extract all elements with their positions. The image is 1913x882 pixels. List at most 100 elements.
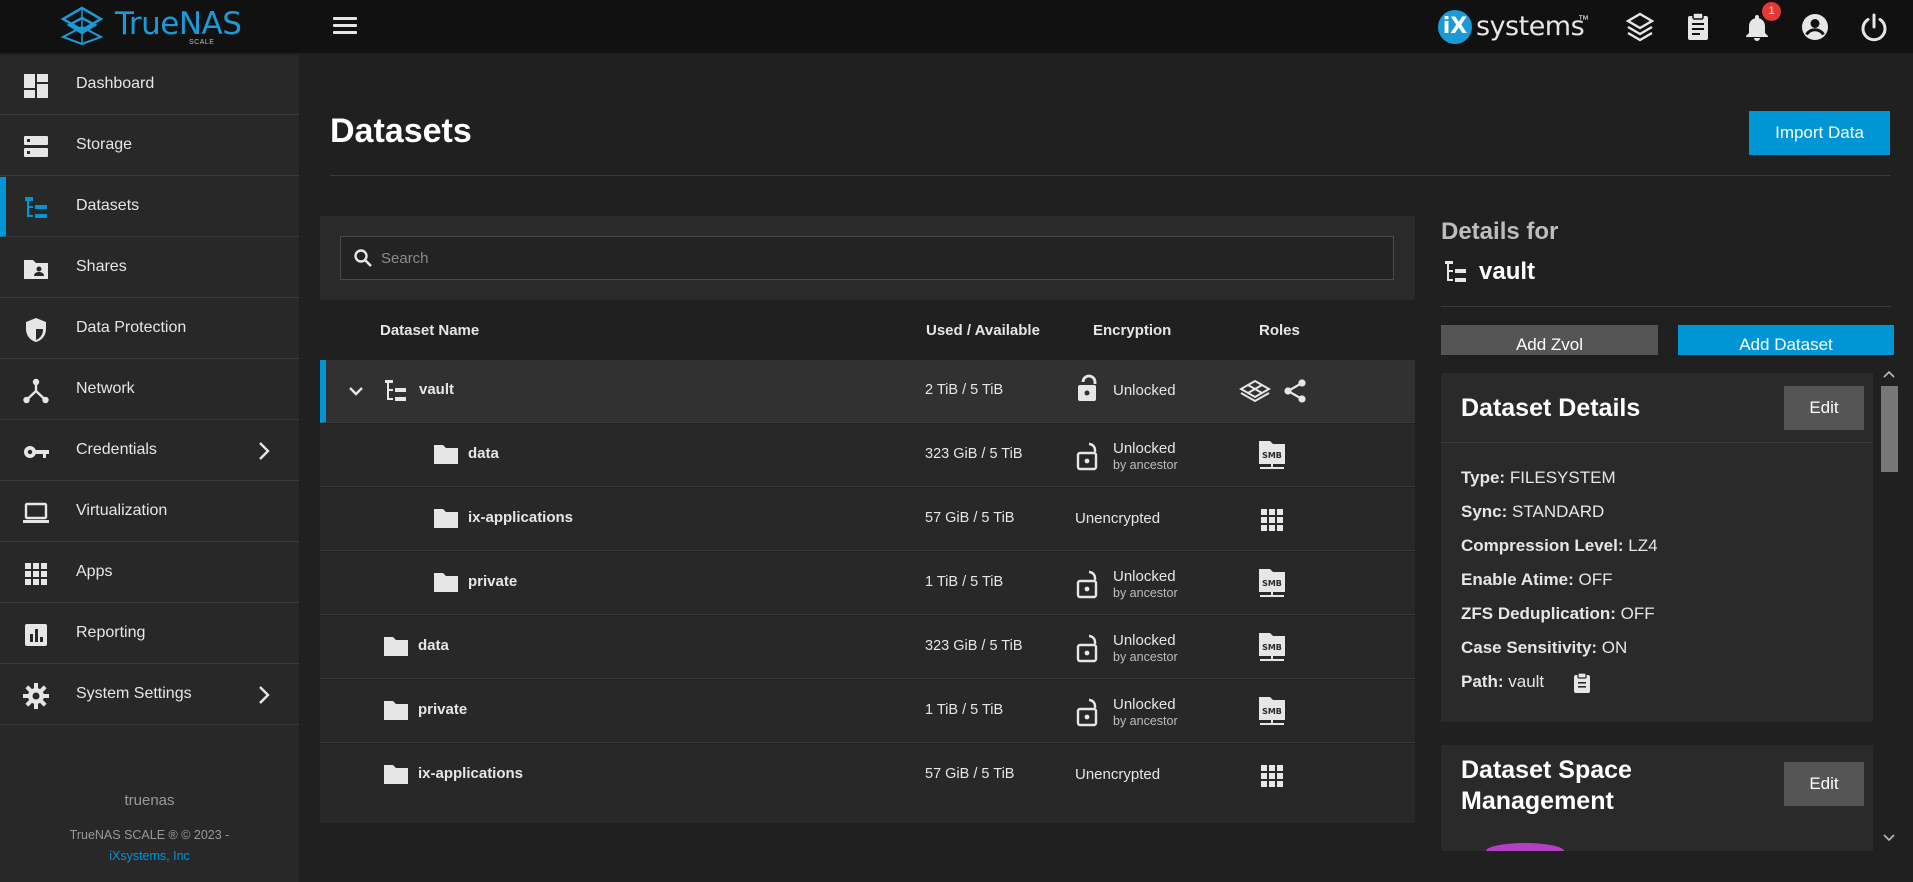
column-header-used[interactable]: Used / Available — [926, 322, 1040, 339]
account-button[interactable] — [1799, 11, 1831, 43]
truenas-logo[interactable]: TrueNAS SCALE — [55, 5, 245, 49]
sidebar-item-label: Reporting — [76, 624, 146, 641]
lock-open-icon[interactable] — [1075, 373, 1103, 403]
apps-grid-icon — [1261, 509, 1283, 531]
smb-share-icon: SMB — [1259, 697, 1285, 725]
search-bar — [320, 216, 1415, 300]
sidebar-item-dashboard[interactable]: Dashboard — [0, 55, 299, 115]
folder-icon — [434, 573, 458, 592]
table-row[interactable]: ix-applications 57 GiB / 5 TiB Unencrypt… — [320, 488, 1415, 551]
table-row[interactable]: data 323 GiB / 5 TiB Unlocked by ancesto… — [320, 424, 1415, 487]
edit-dataset-button[interactable]: Edit — [1784, 386, 1864, 430]
encryption-label: Unencrypted — [1075, 510, 1161, 527]
account-circle-icon — [1802, 14, 1828, 40]
lock-open-icon[interactable] — [1075, 697, 1103, 727]
property-value: STANDARD — [1512, 502, 1605, 521]
edit-space-button[interactable]: Edit — [1784, 762, 1864, 806]
column-header-roles[interactable]: Roles — [1259, 322, 1300, 339]
power-button[interactable] — [1858, 11, 1890, 43]
svg-text:SMB: SMB — [1262, 579, 1282, 588]
dataset-tree-icon — [1445, 261, 1466, 282]
card-title-line1: Dataset Space — [1461, 756, 1632, 784]
dashboard-icon — [24, 74, 48, 98]
details-scrollbar[interactable] — [1878, 368, 1898, 850]
page-title: Datasets — [330, 112, 472, 150]
encryption-status: Unlocked by ancestor — [1075, 693, 1215, 733]
table-row[interactable]: ix-applications 57 GiB / 5 TiB Unencrypt… — [320, 744, 1415, 807]
encryption-label: Unlocked — [1113, 382, 1176, 399]
table-row[interactable]: private 1 TiB / 5 TiB Unlocked by ancest… — [320, 552, 1415, 615]
sidebar-item-shares[interactable]: Shares — [0, 238, 299, 298]
sidebar-item-credentials[interactable]: Credentials — [0, 421, 299, 481]
encryption-sublabel: by ancestor — [1113, 586, 1178, 600]
sidebar-item-label: Data Protection — [76, 319, 187, 336]
chevron-right-icon — [259, 686, 270, 704]
dataset-used: 57 GiB / 5 TiB — [925, 766, 1015, 782]
sidebar-item-storage[interactable]: Storage — [0, 116, 299, 176]
encryption-status: Unlocked by ancestor — [1075, 565, 1215, 605]
chevron-down-icon[interactable] — [346, 381, 366, 401]
add-dataset-button[interactable]: Add Dataset — [1678, 325, 1894, 355]
clipboard-icon — [1688, 12, 1708, 40]
lock-open-icon[interactable] — [1075, 441, 1103, 471]
column-header-name[interactable]: Dataset Name — [380, 322, 479, 339]
sidebar-item-label: Datasets — [76, 197, 140, 214]
table-header: Dataset Name Used / Available Encryption… — [320, 310, 1415, 360]
svg-text:SMB: SMB — [1262, 643, 1282, 652]
property-case-sensitivity: Case Sensitivity: ON — [1461, 638, 1627, 658]
dataset-used: 323 GiB / 5 TiB — [925, 446, 1023, 462]
property-atime: Enable Atime: OFF — [1461, 570, 1612, 590]
copyright-text: TrueNAS SCALE ® © 2023 - — [69, 828, 230, 842]
sidebar-item-label: Network — [76, 380, 135, 397]
card-title: Dataset Details — [1461, 394, 1641, 422]
smb-share-icon: SMB — [1259, 633, 1285, 661]
search-box[interactable] — [340, 236, 1394, 280]
table-row[interactable]: private 1 TiB / 5 TiB Unlocked by ancest… — [320, 680, 1415, 743]
sidebar-item-apps[interactable]: Apps — [0, 543, 299, 603]
truecommand-button[interactable] — [1624, 11, 1656, 43]
scrollbar-thumb[interactable] — [1881, 386, 1898, 472]
sidebar-item-label: Virtualization — [76, 502, 168, 519]
apps-role-icon — [1239, 379, 1271, 403]
dataset-used: 323 GiB / 5 TiB — [925, 638, 1023, 654]
encryption-sublabel: by ancestor — [1113, 714, 1178, 728]
datasets-icon — [25, 197, 47, 218]
import-data-button[interactable]: Import Data — [1749, 111, 1890, 155]
hostname: truenas — [124, 792, 175, 809]
dataset-used: 2 TiB / 5 TiB — [925, 382, 1004, 398]
column-header-encryption[interactable]: Encryption — [1093, 322, 1171, 339]
copy-path-icon[interactable] — [1572, 672, 1592, 694]
sidebar-item-label: Dashboard — [76, 75, 155, 92]
add-zvol-button[interactable]: Add Zvol — [1441, 325, 1658, 355]
shares-icon — [24, 260, 48, 279]
sidebar-item-data-protection[interactable]: Data Protection — [0, 299, 299, 359]
dataset-name: vault — [419, 381, 455, 398]
dataset-name: ix-applications — [468, 509, 574, 526]
sidebar-item-network[interactable]: Network — [0, 360, 299, 420]
folder-icon — [384, 701, 408, 720]
table-row[interactable]: vault 2 TiB / 5 TiB Unlocked — [320, 360, 1415, 423]
dataset-used: 57 GiB / 5 TiB — [925, 510, 1015, 526]
jobs-button[interactable] — [1682, 11, 1714, 43]
table-row[interactable]: data 323 GiB / 5 TiB Unlocked by ancesto… — [320, 616, 1415, 679]
svg-text:SMB: SMB — [1262, 707, 1282, 716]
dataset-name: private — [468, 573, 518, 590]
search-input[interactable] — [381, 237, 1381, 279]
lock-open-icon[interactable] — [1075, 569, 1103, 599]
lock-open-icon[interactable] — [1075, 633, 1103, 663]
folder-icon — [434, 509, 458, 528]
company-link[interactable]: iXsystems, Inc — [0, 849, 299, 863]
ix-logo-trademark: ™ — [1578, 14, 1589, 26]
sidebar-item-system-settings[interactable]: System Settings — [0, 665, 299, 725]
apps-grid-icon — [1261, 765, 1283, 787]
menu-toggle-button[interactable] — [330, 14, 360, 40]
truenas-logo-icon — [60, 6, 104, 45]
chevron-right-icon — [259, 442, 270, 460]
sidebar-item-datasets[interactable]: Datasets — [0, 177, 299, 237]
scroll-down-arrow-icon[interactable] — [1882, 832, 1896, 844]
scroll-up-arrow-icon[interactable] — [1882, 368, 1896, 380]
ixsystems-logo[interactable]: iX systems ™ — [1438, 6, 1589, 46]
dataset-name: ix-applications — [418, 765, 524, 782]
sidebar-item-virtualization[interactable]: Virtualization — [0, 482, 299, 542]
sidebar-item-reporting[interactable]: Reporting — [0, 604, 299, 664]
